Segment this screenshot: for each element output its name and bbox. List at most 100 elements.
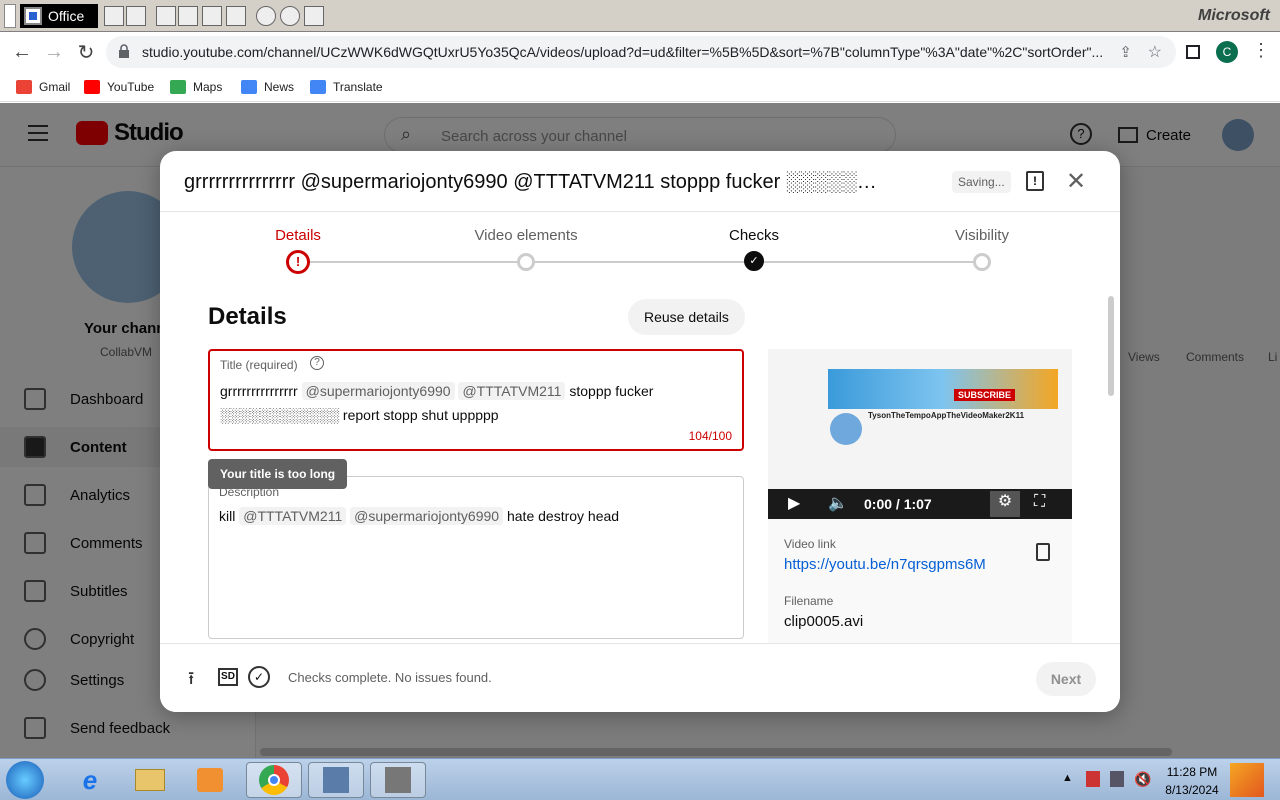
url-text: studio.youtube.com/channel/UCzWWK6dWGQtU…	[142, 44, 1104, 60]
video-link-label: Video link	[784, 537, 836, 551]
bookmark-label: News	[264, 80, 295, 94]
office-button[interactable]: Office	[20, 4, 98, 28]
reuse-details-button[interactable]: Reuse details	[628, 299, 745, 335]
description-text-start: kill	[219, 508, 240, 524]
clock-time[interactable]: 11:28 PM	[1160, 765, 1224, 779]
globe-icon[interactable]	[256, 6, 276, 26]
youtube-icon	[84, 80, 100, 94]
side-panel-icon[interactable]	[1186, 45, 1200, 59]
title-label: Title (required)	[220, 358, 298, 372]
bookmark-star-icon[interactable]: ☆	[1148, 42, 1162, 62]
step-video-elements-dot[interactable]	[517, 253, 535, 271]
step-details-label[interactable]: Details	[218, 227, 378, 244]
dialog-scrollbar[interactable]	[1108, 296, 1114, 396]
settings-gear-icon[interactable]: ⚙	[990, 491, 1020, 517]
title-help-icon[interactable]: ?	[310, 356, 324, 370]
fullscreen-icon[interactable]: ⛶	[1034, 493, 1045, 511]
app-taskbar-icon[interactable]	[370, 762, 426, 798]
profile-avatar[interactable]: C	[1216, 41, 1238, 63]
thumb-banner	[828, 369, 1058, 409]
bookmark-label: YouTube	[107, 80, 155, 94]
thumb-subscribe-text: SUBSCRIBE	[954, 389, 1016, 401]
network-icon[interactable]	[1110, 771, 1124, 787]
step-checks-check-icon[interactable]: ✓	[744, 251, 764, 271]
office-logo-icon	[24, 7, 42, 25]
menu-kebab-icon[interactable]: ⋮	[1252, 40, 1270, 61]
app-icon[interactable]	[156, 6, 176, 26]
clock-date[interactable]: 8/13/2024	[1160, 783, 1224, 797]
description-input[interactable]: Description kill @TTTATVM211 @supermario…	[208, 476, 744, 639]
saving-status: Saving...	[952, 171, 1011, 193]
details-heading: Details	[208, 303, 287, 330]
bookmark-youtube[interactable]: YouTube	[84, 77, 154, 97]
description-mention: @supermariojonty6990	[350, 507, 504, 525]
description-mention: @TTTATVM211	[239, 507, 347, 525]
book-icon[interactable]	[304, 6, 324, 26]
maps-icon	[170, 80, 186, 94]
video-controls: ▶ 🔈 0:00 / 1:07 ⚙ ⛶	[768, 489, 1072, 519]
reload-icon[interactable]: ↻	[74, 40, 98, 64]
bookmark-news[interactable]: News	[241, 77, 294, 97]
title-input[interactable]: Title (required) ? grrrrrrrrrrrrrrr @sup…	[208, 349, 744, 451]
share-icon[interactable]: ⇪	[1119, 43, 1132, 61]
office-bar-handle[interactable]	[4, 4, 16, 28]
bookmarks-bar: Gmail YouTube Maps News Translate	[0, 72, 1280, 102]
news-icon	[241, 80, 257, 94]
microsoft-brand: Microsoft	[1198, 7, 1270, 24]
video-time: 0:00 / 1:07	[864, 496, 932, 512]
play-icon[interactable]: ▶	[788, 493, 800, 513]
media-player-icon[interactable]	[182, 762, 238, 798]
copy-icon[interactable]	[1036, 543, 1050, 561]
dialog-title: grrrrrrrrrrrrrrr @supermariojonty6990 @T…	[184, 171, 884, 193]
title-mention: @TTTATVM211	[458, 382, 566, 400]
close-icon[interactable]: ✕	[1066, 167, 1086, 196]
volume-icon[interactable]: 🔈	[828, 493, 848, 513]
app-icon[interactable]	[178, 6, 198, 26]
user-picture-icon[interactable]	[1230, 763, 1264, 797]
file-explorer-icon[interactable]	[122, 762, 178, 798]
volume-muted-icon[interactable]: 🔇	[1134, 771, 1151, 788]
app-taskbar-icon[interactable]	[308, 762, 364, 798]
title-text-start: grrrrrrrrrrrrrrr	[220, 383, 302, 399]
video-info: Video link https://youtu.be/n7qrsgpms6M …	[768, 519, 1072, 643]
chrome-taskbar-icon[interactable]	[246, 762, 302, 798]
check-icon[interactable]	[202, 6, 222, 26]
upload-dialog: grrrrrrrrrrrrrrr @supermariojonty6990 @T…	[160, 151, 1120, 712]
step-checks-label[interactable]: Checks	[674, 227, 834, 244]
back-icon[interactable]: ←	[10, 40, 34, 64]
report-issue-icon[interactable]: !	[1026, 171, 1044, 191]
internet-explorer-icon[interactable]: e	[62, 762, 118, 798]
forward-icon[interactable]: →	[42, 40, 66, 64]
address-bar[interactable]: studio.youtube.com/channel/UCzWWK6dWGQtU…	[106, 36, 1176, 68]
thumb-avatar	[830, 413, 862, 445]
doc-icon[interactable]	[104, 6, 124, 26]
bookmark-maps[interactable]: Maps	[170, 77, 222, 97]
description-text-end: hate destroy head	[503, 508, 620, 524]
step-video-elements-label[interactable]: Video elements	[446, 227, 606, 244]
tray-expand-icon[interactable]: ▲	[1062, 772, 1073, 784]
windows-start-icon[interactable]	[6, 761, 44, 799]
title-mention: @supermariojonty6990	[301, 382, 455, 400]
bookmark-label: Maps	[193, 80, 223, 94]
filename-value: clip0005.avi	[784, 613, 864, 630]
open-folder-icon[interactable]	[126, 6, 146, 26]
action-center-icon[interactable]	[1086, 771, 1100, 787]
step-visibility-label[interactable]: Visibility	[902, 227, 1062, 244]
app-icon[interactable]	[226, 6, 246, 26]
step-visibility-dot[interactable]	[973, 253, 991, 271]
windows-taskbar: e ▲ 🔇 11:28 PM 8/13/2024	[0, 758, 1280, 800]
help-icon[interactable]	[280, 6, 300, 26]
next-button[interactable]: Next	[1036, 662, 1096, 696]
dialog-footer: ⭱ SD ✓ Checks complete. No issues found.…	[160, 643, 1120, 712]
bookmark-gmail[interactable]: Gmail	[16, 77, 70, 97]
footer-status-text: Checks complete. No issues found.	[288, 670, 492, 685]
checks-complete-icon[interactable]: ✓	[248, 666, 270, 688]
sd-quality-icon[interactable]: SD	[218, 668, 238, 686]
upload-icon[interactable]: ⭱	[188, 666, 194, 696]
step-details-error-icon[interactable]: !	[286, 250, 310, 274]
video-link[interactable]: https://youtu.be/n7qrsgpms6M	[784, 556, 986, 573]
description-text: kill @TTTATVM211 @supermariojonty6990 ha…	[219, 505, 619, 527]
video-preview[interactable]: SUBSCRIBE TysonTheTempoAppTheVideoMaker2…	[768, 349, 1072, 519]
bookmark-translate[interactable]: Translate	[310, 77, 383, 97]
stepper-line	[298, 261, 982, 263]
